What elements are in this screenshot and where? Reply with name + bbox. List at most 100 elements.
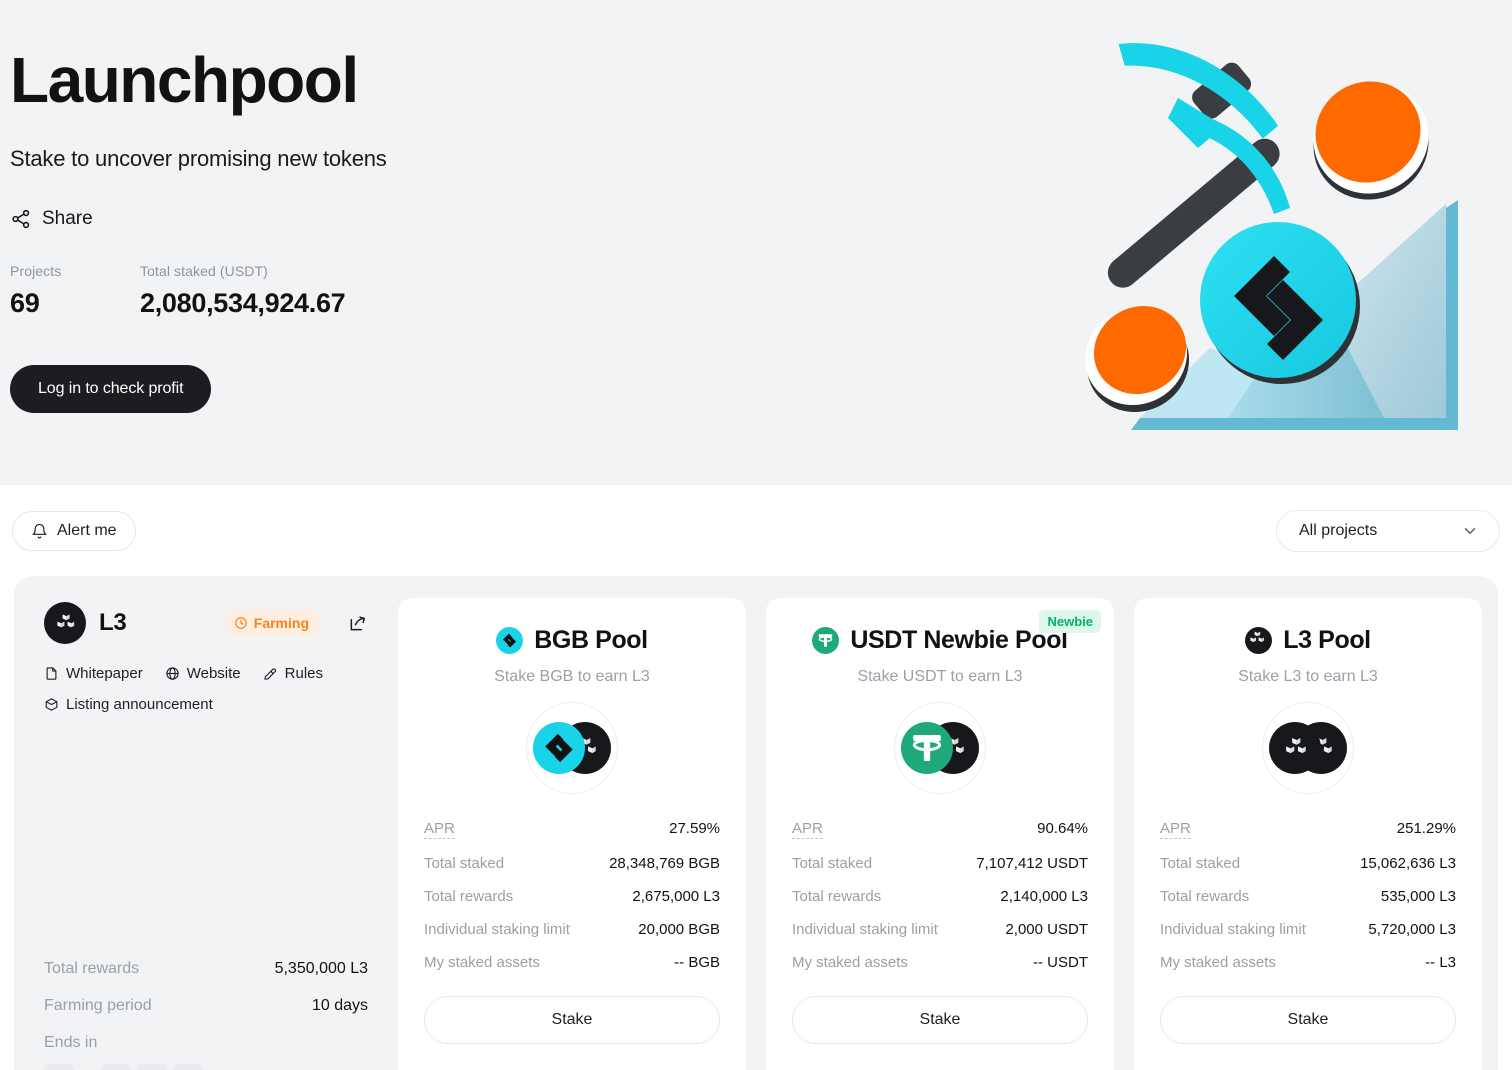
hero-content: Launchpool Stake to uncover promising ne… xyxy=(10,0,910,413)
stat-projects-value: 69 xyxy=(10,288,40,318)
l3-token-icon xyxy=(44,602,86,644)
project-link-website[interactable]: Website xyxy=(165,665,241,682)
pool-total-staked-label: Total staked xyxy=(792,855,873,872)
pool-title: BGB Pool xyxy=(424,626,720,655)
pickaxe-mining-illustration xyxy=(1028,18,1498,468)
project-link-whitepaper[interactable]: Whitepaper xyxy=(44,665,143,682)
countdown-seconds: 39 xyxy=(172,1064,203,1070)
project-total-rewards-value: 5,350,000 L3 xyxy=(274,960,368,977)
pool-card-usdt-newbie: Newbie USDT Newbie Pool Stake USDT to ea… xyxy=(766,598,1114,1070)
project-total-rewards-row: Total rewards 5,350,000 L3 xyxy=(44,960,368,978)
login-check-profit-button[interactable]: Log in to check profit xyxy=(10,365,212,413)
pool-my-staked-value: -- L3 xyxy=(1425,954,1456,971)
countdown-days: 06 xyxy=(44,1064,74,1070)
pool-staking-limit-row: Individual staking limit 5,720,000 L3 xyxy=(1160,921,1456,938)
project-link-label: Rules xyxy=(284,665,323,682)
pool-subtitle: Stake L3 to earn L3 xyxy=(1238,668,1378,685)
pool-total-rewards-row: Total rewards 535,000 L3 xyxy=(1160,888,1456,905)
l3-token-icon xyxy=(1245,627,1273,654)
newbie-badge: Newbie xyxy=(1039,610,1101,633)
pool-total-staked-row: Total staked 7,107,412 USDT xyxy=(792,855,1088,872)
pool-staking-limit-row: Individual staking limit 2,000 USDT xyxy=(792,921,1088,938)
share-arrow-icon[interactable] xyxy=(348,613,368,633)
alert-me-label: Alert me xyxy=(57,522,117,539)
pool-total-staked-row: Total staked 28,348,769 BGB xyxy=(424,855,720,872)
hero-section: Launchpool Stake to uncover promising ne… xyxy=(0,0,1512,485)
pool-apr-value: 27.59% xyxy=(669,820,720,837)
alert-me-button[interactable]: Alert me xyxy=(12,511,136,551)
share-button[interactable]: Share xyxy=(10,208,93,230)
pool-my-staked-value: -- USDT xyxy=(1033,954,1088,971)
pool-apr-value: 251.29% xyxy=(1396,820,1456,837)
pool-total-rewards-row: Total rewards 2,140,000 L3 xyxy=(792,888,1088,905)
pool-total-rewards-row: Total rewards 2,675,000 L3 xyxy=(424,888,720,905)
projects-filter-value: All projects xyxy=(1299,522,1378,539)
pool-total-staked-label: Total staked xyxy=(1160,855,1241,872)
bell-icon xyxy=(31,523,48,540)
pool-card-l3: L3 Pool Stake L3 to earn L3 APR 251.29% … xyxy=(1134,598,1482,1070)
pool-total-rewards-value: 2,675,000 L3 xyxy=(632,888,720,905)
page-title: Launchpool xyxy=(10,44,359,116)
stake-button[interactable]: Stake xyxy=(792,996,1088,1044)
stat-total-staked: Total staked (USDT) 2,080,534,924.67 xyxy=(140,263,346,319)
pool-total-rewards-value: 535,000 L3 xyxy=(1380,888,1456,905)
usdt-token-icon xyxy=(812,627,840,654)
project-links: Whitepaper Website Rules Listing announc… xyxy=(44,665,344,713)
chevron-down-icon xyxy=(1461,522,1479,540)
page-subtitle: Stake to uncover promising new tokens xyxy=(10,146,387,171)
stat-total-staked-label: Total staked (USDT) xyxy=(140,263,268,279)
project-farming-period-row: Farming period 10 days xyxy=(44,997,368,1015)
share-label: Share xyxy=(42,208,93,229)
pool-total-staked-label: Total staked xyxy=(424,855,505,872)
box-icon xyxy=(44,697,59,712)
status-badge-label: Farming xyxy=(253,615,309,631)
document-icon xyxy=(44,666,59,681)
pool-apr-label[interactable]: APR xyxy=(1160,820,1191,839)
countdown-timer: 06 D 21 48 39 xyxy=(44,1064,368,1070)
clock-icon xyxy=(234,616,248,630)
pool-apr-value: 90.64% xyxy=(1037,820,1088,837)
stat-total-staked-value: 2,080,534,924.67 xyxy=(140,288,346,318)
stat-projects: Projects 69 xyxy=(10,263,140,319)
pool-total-rewards-label: Total rewards xyxy=(424,888,514,905)
filters-toolbar: Alert me All projects xyxy=(0,485,1512,577)
project-farming-period-label: Farming period xyxy=(44,997,152,1014)
pool-apr-label[interactable]: APR xyxy=(424,820,455,839)
pool-my-staked-label: My staked assets xyxy=(424,954,540,971)
pool-my-staked-value: -- BGB xyxy=(674,954,720,971)
pool-apr-row: APR 90.64% xyxy=(792,820,1088,839)
stat-projects-label: Projects xyxy=(10,263,62,279)
pool-staking-limit-value: 5,720,000 L3 xyxy=(1368,921,1456,938)
stake-button[interactable]: Stake xyxy=(424,996,720,1044)
pool-total-rewards-value: 2,140,000 L3 xyxy=(1000,888,1088,905)
pool-subtitle: Stake BGB to earn L3 xyxy=(494,668,650,685)
pool-apr-row: APR 251.29% xyxy=(1160,820,1456,839)
pool-title-text: L3 Pool xyxy=(1283,626,1371,654)
stake-button[interactable]: Stake xyxy=(1160,996,1456,1044)
status-badge: Farming xyxy=(225,610,319,636)
pool-coin-pair xyxy=(894,702,986,794)
project-farming-period-value: 10 days xyxy=(311,997,368,1014)
hero-stats: Projects 69 Total staked (USDT) 2,080,53… xyxy=(10,263,910,319)
project-link-label: Website xyxy=(186,665,241,682)
pool-subtitle: Stake USDT to earn L3 xyxy=(857,668,1023,685)
project-link-rules[interactable]: Rules xyxy=(263,665,323,682)
project-stats: Total rewards 5,350,000 L3 Farming perio… xyxy=(44,960,368,1070)
countdown-minutes: 48 xyxy=(136,1064,167,1070)
pool-title: L3 Pool xyxy=(1160,626,1456,655)
projects-filter-select[interactable]: All projects xyxy=(1276,510,1500,552)
project-header: L3 Farming xyxy=(44,602,368,644)
globe-icon xyxy=(165,666,180,681)
pool-apr-label[interactable]: APR xyxy=(792,820,823,839)
pool-coin-pair xyxy=(1262,702,1354,794)
pencil-icon xyxy=(263,666,278,681)
project-link-label: Whitepaper xyxy=(66,665,143,682)
project-total-rewards-label: Total rewards xyxy=(44,960,140,977)
pool-staking-limit-row: Individual staking limit 20,000 BGB xyxy=(424,921,720,938)
pool-total-staked-row: Total staked 15,062,636 L3 xyxy=(1160,855,1456,872)
bgb-token-icon xyxy=(533,722,585,774)
share-nodes-icon xyxy=(10,208,32,230)
pool-staking-limit-value: 2,000 USDT xyxy=(1005,921,1088,938)
pool-total-rewards-label: Total rewards xyxy=(792,888,882,905)
project-link-listing-announcement[interactable]: Listing announcement xyxy=(44,696,213,713)
